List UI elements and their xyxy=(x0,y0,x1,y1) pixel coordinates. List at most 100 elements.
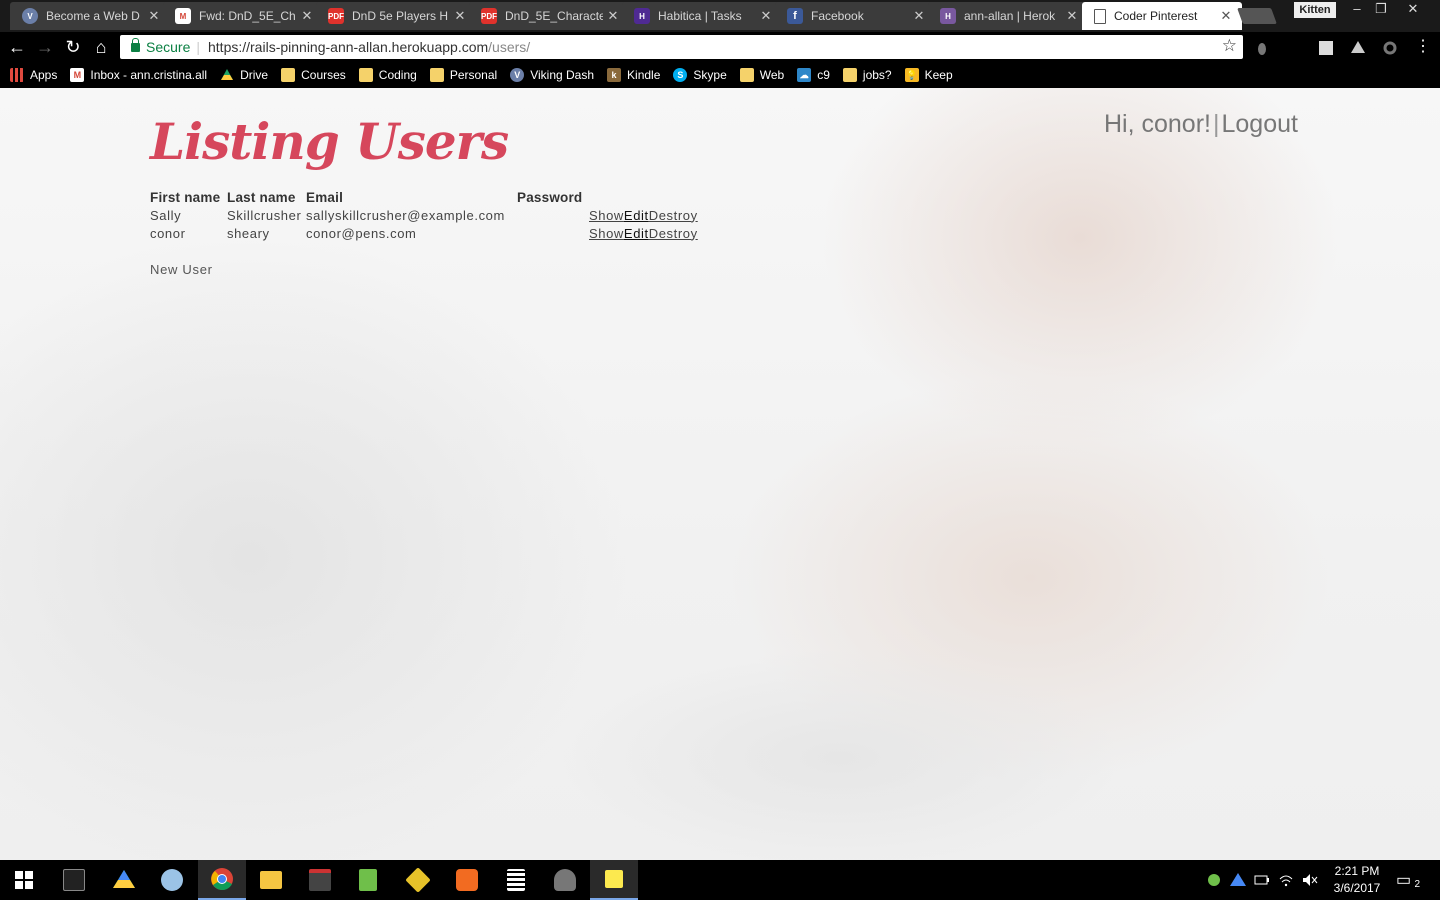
show-link[interactable]: Show xyxy=(589,208,624,223)
windows-start-icon[interactable] xyxy=(0,860,48,900)
edit-link[interactable]: Edit xyxy=(624,208,649,223)
bookmark-drive[interactable]: Drive xyxy=(220,68,268,82)
show-link[interactable]: Show xyxy=(589,226,624,241)
tab-dnd-character-sheet[interactable]: PDF DnD_5E_Characte ✕ xyxy=(469,2,629,30)
system-clock[interactable]: 2:21 PM 3/6/2017 xyxy=(1330,863,1384,897)
battery-icon[interactable] xyxy=(1254,873,1270,887)
close-icon[interactable]: ✕ xyxy=(1066,8,1078,24)
bookmark-viking-dash[interactable]: V Viking Dash xyxy=(510,68,594,82)
drive-icon[interactable] xyxy=(100,860,148,900)
sublime-icon[interactable] xyxy=(443,860,491,900)
home-icon[interactable]: ⌂ xyxy=(90,36,112,58)
tab-become-web-dev[interactable]: V Become a Web D ✕ xyxy=(10,2,170,30)
folder-icon xyxy=(358,68,373,82)
column-header-actions xyxy=(589,188,698,206)
paint-icon[interactable] xyxy=(148,860,196,900)
cell-first-name: Sally xyxy=(150,207,182,223)
bookmark-folder-courses[interactable]: Courses xyxy=(281,68,346,82)
gear-icon[interactable] xyxy=(1382,40,1398,56)
table-row: conor sheary conor@pens.com ShowEditDest… xyxy=(150,224,698,242)
close-icon[interactable]: ✕ xyxy=(301,8,313,24)
tab-facebook[interactable]: f Facebook ✕ xyxy=(775,2,935,30)
close-icon[interactable]: ✕ xyxy=(148,8,160,24)
url-path: /users/ xyxy=(488,39,531,55)
sync-icon[interactable] xyxy=(1206,873,1222,887)
chrome-icon[interactable] xyxy=(198,860,246,900)
kindle-icon: k xyxy=(607,68,622,82)
column-header-email: Email xyxy=(306,189,344,205)
close-icon[interactable]: ✕ xyxy=(454,8,466,24)
action-center-icon[interactable]: ▭ 2 xyxy=(1396,870,1422,890)
git-kraken-icon[interactable] xyxy=(394,860,442,900)
tab-coder-pinterest[interactable]: Coder Pinterest ✕ xyxy=(1082,2,1242,30)
clock-date: 3/6/2017 xyxy=(1333,881,1381,895)
bookmark-keep[interactable]: 💡 Keep xyxy=(904,68,953,82)
volume-muted-icon[interactable] xyxy=(1302,873,1318,887)
bookmark-inbox[interactable]: M Inbox - ann.cristina.all xyxy=(70,68,207,82)
media-icon[interactable] xyxy=(296,860,344,900)
forward-arrow-icon[interactable]: → xyxy=(34,36,56,58)
reload-icon[interactable]: ↻ xyxy=(62,36,84,58)
bookmark-folder-personal[interactable]: Personal xyxy=(429,68,497,82)
bookmark-folder-jobs[interactable]: jobs? xyxy=(842,68,892,82)
drive-icon xyxy=(221,69,234,80)
bookmark-c9[interactable]: ☁ c9 xyxy=(797,68,830,82)
address-bar[interactable]: Secure | https://rails-pinning-ann-allan… xyxy=(120,35,1243,59)
destroy-link[interactable]: Destroy xyxy=(649,208,698,223)
extension-icon[interactable] xyxy=(1318,40,1334,56)
file-explorer-icon[interactable] xyxy=(247,860,295,900)
profile-button[interactable]: Kitten xyxy=(1294,2,1336,18)
new-tab-button[interactable] xyxy=(1237,8,1277,24)
extension-icon[interactable] xyxy=(1254,40,1270,56)
logout-link[interactable]: Logout xyxy=(1221,110,1297,138)
cell-actions: ShowEditDestroy xyxy=(589,224,698,242)
keep-icon: 💡 xyxy=(904,68,919,82)
close-icon[interactable]: ✕ xyxy=(913,8,925,24)
cell-email: conor@pens.com xyxy=(306,225,417,241)
wifi-icon[interactable] xyxy=(1278,873,1294,887)
bookmark-skype[interactable]: S Skype xyxy=(673,68,727,82)
cell-email: sallyskillcrusher@example.com xyxy=(306,207,505,223)
bookmark-folder-web[interactable]: Web xyxy=(739,68,784,82)
destroy-link[interactable]: Destroy xyxy=(649,226,698,241)
back-arrow-icon[interactable]: ← xyxy=(6,36,28,58)
cell-password xyxy=(517,224,589,242)
menu-kebab-icon[interactable]: ⋮ xyxy=(1412,36,1434,58)
users-table: First name Last name Email Password Sall… xyxy=(150,188,698,242)
restore-icon[interactable]: ❐ xyxy=(1366,0,1396,18)
sticky-notes-icon[interactable] xyxy=(590,860,638,900)
notepad-icon[interactable] xyxy=(344,860,392,900)
greeting-divider: | xyxy=(1212,110,1220,138)
bookmark-star-icon[interactable]: ☆ xyxy=(1222,36,1237,56)
browser-toolbar: ← → ↻ ⌂ Secure | https://rails-pinning-a… xyxy=(0,32,1440,62)
snipping-icon[interactable] xyxy=(541,860,589,900)
page-icon xyxy=(1094,8,1106,24)
bookmark-kindle[interactable]: k Kindle xyxy=(607,68,660,82)
secure-label: Secure xyxy=(146,39,191,55)
tab-heroku[interactable]: H ann-allan | Herok ✕ xyxy=(928,2,1088,30)
page-title: Listing Users xyxy=(150,112,509,171)
bookmark-label: Keep xyxy=(924,68,953,82)
drive-tray-icon[interactable] xyxy=(1230,873,1246,887)
terminal-icon[interactable] xyxy=(50,860,98,900)
close-icon[interactable]: ✕ xyxy=(760,8,772,24)
column-header-last-name: Last name xyxy=(227,189,296,205)
close-icon[interactable]: ✕ xyxy=(607,8,619,24)
tab-gmail-fwd[interactable]: M Fwd: DnD_5E_Ch ✕ xyxy=(163,2,323,30)
tab-habitica[interactable]: H Habitica | Tasks ✕ xyxy=(622,2,782,30)
gmail-icon: M xyxy=(70,68,85,82)
close-icon[interactable]: ✕ xyxy=(1220,8,1232,24)
bookmark-label: Kindle xyxy=(627,68,661,82)
tab-title: Fwd: DnD_5E_Ch xyxy=(199,9,296,23)
vikings-icon: V xyxy=(22,8,38,24)
drive-extension-icon[interactable] xyxy=(1350,40,1366,56)
bookmark-folder-coding[interactable]: Coding xyxy=(358,68,417,82)
new-user-link[interactable]: New User xyxy=(150,262,213,277)
window-close-icon[interactable]: ✕ xyxy=(1398,0,1428,18)
folder-icon xyxy=(281,68,296,82)
bookmark-apps[interactable]: Apps xyxy=(10,68,57,82)
edit-link[interactable]: Edit xyxy=(624,226,649,241)
bookmark-label: Skype xyxy=(693,68,727,82)
tab-dnd-players-handbook[interactable]: PDF DnD 5e Players H ✕ xyxy=(316,2,476,30)
calculator-icon[interactable] xyxy=(492,860,540,900)
